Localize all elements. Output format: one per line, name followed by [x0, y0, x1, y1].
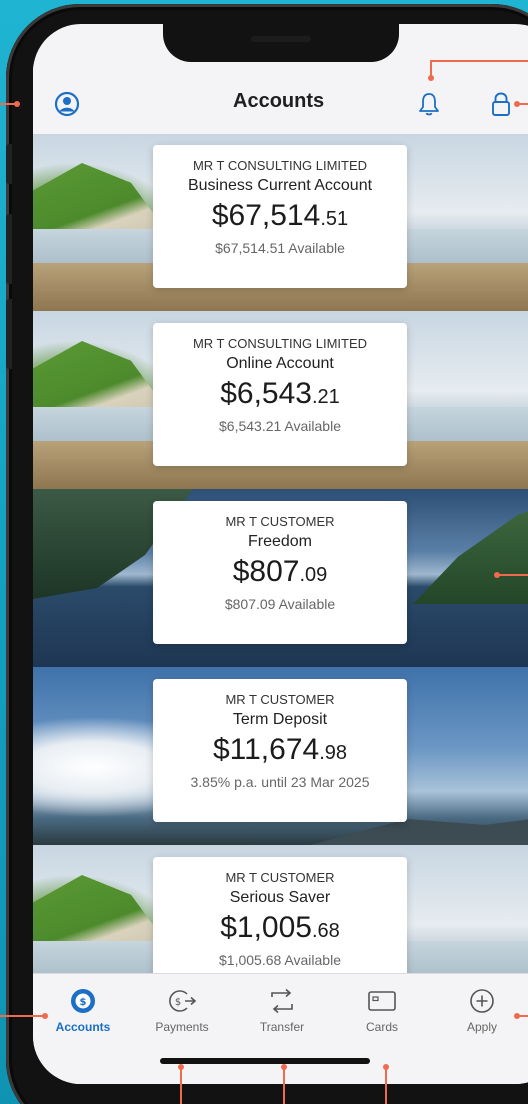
account-tile[interactable]: MR T CONSULTING LIMITED Business Current…: [33, 133, 528, 311]
account-owner: MR T CUSTOMER: [225, 870, 335, 885]
account-rate: 3.85% p.a. until 23 Mar 2025: [190, 774, 370, 790]
balance-dollars: $67,514: [211, 199, 321, 232]
account-available: $6,543.21 Available: [219, 418, 341, 434]
callout-line-tile: [498, 574, 528, 576]
tab-label: Cards: [365, 1020, 398, 1034]
tab-apply[interactable]: Apply: [437, 988, 527, 1034]
balance-dollars: $11,674: [212, 733, 320, 766]
account-balance: $807.09: [153, 557, 407, 587]
account-available: $67,514.51 Available: [215, 240, 345, 256]
plus-circle-icon: [437, 988, 527, 1014]
callout-dot-profile: [14, 101, 20, 107]
balance-cents: .51: [320, 208, 349, 230]
dollar-circle-icon: $: [38, 988, 128, 1014]
volume-up-button: [6, 214, 12, 284]
account-balance: $1,005.68: [153, 913, 407, 943]
account-owner: MR T CUSTOMER: [225, 692, 335, 707]
transfer-icon: [237, 988, 327, 1014]
account-available: $1,005.68 Available: [219, 952, 341, 968]
tab-label: Accounts: [55, 1020, 111, 1034]
account-available: $807.09 Available: [224, 596, 336, 612]
svg-text:$: $: [175, 997, 181, 1008]
tab-cards[interactable]: Cards: [337, 988, 427, 1034]
account-tile[interactable]: MR T CUSTOMER Term Deposit $11,674.98 3.…: [33, 667, 528, 845]
svg-text:$: $: [80, 997, 87, 1008]
balance-cents: .68: [311, 920, 340, 942]
balance-dollars: $6,543: [220, 377, 312, 410]
promo-backdrop: Accounts MR T CONSULTING LIMITED Busines…: [0, 0, 528, 1104]
speaker-grille: [251, 36, 311, 42]
card-icon: [337, 988, 427, 1014]
accounts-list: MR T CONSULTING LIMITED Business Current…: [33, 133, 528, 994]
tab-label: Apply: [466, 1020, 498, 1034]
callout-line-bell-h: [430, 60, 528, 62]
app-screen: Accounts MR T CONSULTING LIMITED Busines…: [33, 24, 528, 1084]
account-card[interactable]: MR T CONSULTING LIMITED Online Account $…: [153, 323, 407, 466]
balance-dollars: $807: [232, 555, 300, 588]
callout-line-bell-v: [430, 60, 432, 77]
account-tile[interactable]: MR T CUSTOMER Serious Saver $1,005.68 $1…: [33, 845, 528, 994]
callout-dot-accounts: [42, 1013, 48, 1019]
account-name: Freedom: [247, 533, 313, 550]
page-title: Accounts: [233, 90, 325, 112]
account-balance: $67,514.51: [153, 201, 407, 231]
bell-icon[interactable]: [415, 90, 443, 118]
callout-line-cards: [385, 1066, 387, 1104]
callout-line-transfer: [283, 1066, 285, 1104]
balance-dollars: $1,005: [220, 911, 312, 944]
volume-down-button: [6, 299, 12, 369]
account-name: Term Deposit: [232, 711, 328, 728]
account-owner: MR T CUSTOMER: [225, 514, 335, 529]
account-owner: MR T CONSULTING LIMITED: [192, 336, 368, 351]
account-tile[interactable]: MR T CUSTOMER Freedom $807.09 $807.09 Av…: [33, 489, 528, 667]
callout-line-payments: [180, 1066, 182, 1104]
tab-accounts[interactable]: $ Accounts: [38, 988, 128, 1034]
balance-cents: .98: [319, 742, 348, 764]
account-name: Online Account: [226, 355, 334, 372]
account-card[interactable]: MR T CUSTOMER Freedom $807.09 $807.09 Av…: [153, 501, 407, 644]
tab-transfer[interactable]: Transfer: [237, 988, 327, 1034]
balance-cents: .21: [311, 386, 340, 408]
account-card[interactable]: MR T CONSULTING LIMITED Business Current…: [153, 145, 407, 288]
callout-line-apply: [518, 1015, 528, 1017]
account-card[interactable]: MR T CUSTOMER Term Deposit $11,674.98 3.…: [153, 679, 407, 822]
callout-line-accounts: [0, 1015, 44, 1017]
background-photo-mountain: [413, 499, 528, 604]
phone-notch: [163, 24, 399, 62]
home-indicator[interactable]: [160, 1058, 370, 1064]
payment-arrow-icon: $: [137, 988, 227, 1014]
account-name: Serious Saver: [229, 889, 331, 906]
account-tile[interactable]: MR T CONSULTING LIMITED Online Account $…: [33, 311, 528, 489]
tab-label: Payments: [155, 1020, 209, 1034]
lock-icon[interactable]: [487, 90, 515, 118]
account-name: Business Current Account: [187, 177, 373, 194]
account-balance: $11,674.98: [153, 735, 407, 765]
profile-icon[interactable]: [53, 90, 81, 118]
app-header: Accounts: [33, 64, 528, 134]
mute-switch: [6, 144, 12, 184]
account-balance: $6,543.21: [153, 379, 407, 409]
balance-cents: .09: [299, 564, 328, 586]
tab-label: Transfer: [259, 1020, 305, 1034]
tab-payments[interactable]: $ Payments: [137, 988, 227, 1034]
callout-line-lock: [518, 103, 528, 105]
account-owner: MR T CONSULTING LIMITED: [192, 158, 368, 173]
